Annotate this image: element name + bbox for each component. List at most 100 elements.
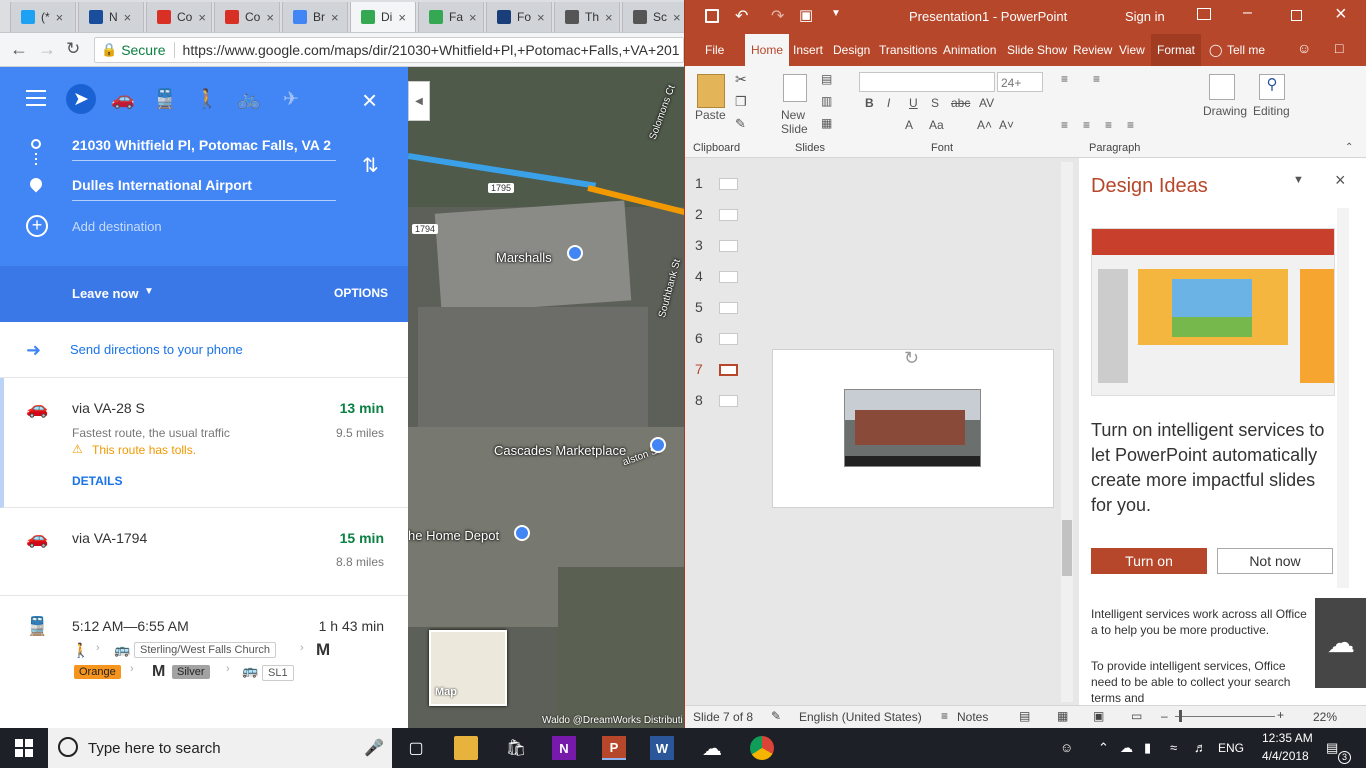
tab-animation[interactable]: Animation [943, 43, 996, 57]
tab-close-icon[interactable]: × [469, 10, 477, 25]
increase-font-icon[interactable]: A˄ [977, 118, 992, 132]
justify-icon[interactable]: ≡ [1127, 118, 1134, 132]
font-size-select[interactable]: 24+ [997, 72, 1043, 92]
people-icon[interactable]: ☺ [1060, 740, 1073, 755]
browser-tab[interactable]: Co × [214, 2, 280, 32]
tray-expand-icon[interactable]: ⌃ [1098, 740, 1109, 756]
browser-tab[interactable]: Co × [146, 2, 212, 32]
pane-scrollbar[interactable] [1337, 208, 1349, 588]
leave-now-dropdown[interactable]: Leave now [72, 286, 138, 301]
slide-thumbnail-1[interactable] [719, 178, 738, 190]
italic-icon[interactable]: I [887, 96, 890, 110]
tab-slide-show[interactable]: Slide Show [1007, 43, 1067, 57]
shopping-pin-icon[interactable] [514, 525, 530, 541]
drawing-button[interactable]: Drawing [1203, 104, 1247, 118]
decrease-font-icon[interactable]: A˅ [999, 118, 1014, 132]
tray-onedrive-icon[interactable]: ☁ [1120, 740, 1133, 756]
notes-button[interactable]: Notes [957, 710, 988, 724]
numbering-icon[interactable]: ≡ [1093, 72, 1100, 86]
route-option-2[interactable]: 🚗 via VA-1794 15 min 8.8 miles [0, 508, 408, 596]
turn-on-button[interactable]: Turn on [1091, 548, 1207, 574]
underline-icon[interactable]: U [909, 96, 918, 110]
input-language[interactable]: ENG [1218, 741, 1244, 755]
maximize-icon[interactable] [1291, 10, 1302, 21]
customize-qat-icon[interactable]: ▼ [831, 8, 841, 19]
travel-mode-transit-icon[interactable]: 🚆 [150, 84, 180, 114]
satellite-map[interactable]: ◀ Marshalls Cascades Marketplace he Home… [408, 67, 684, 728]
store-icon[interactable]: 🛍 [504, 736, 528, 760]
char-spacing-icon[interactable]: AV [979, 96, 994, 110]
tab-file[interactable]: File [705, 43, 724, 57]
slide-thumbnail-6[interactable] [719, 333, 738, 345]
new-slide-icon[interactable] [783, 74, 807, 102]
language-status[interactable]: English (United States) [799, 710, 922, 724]
zoom-out-icon[interactable]: – [1161, 709, 1168, 723]
task-view-icon[interactable]: ▢ [404, 736, 428, 760]
window-close-icon[interactable]: × [1335, 3, 1347, 26]
present-icon[interactable]: ▣ [799, 6, 813, 24]
format-painter-icon[interactable]: ✎ [735, 116, 746, 132]
minimize-icon[interactable]: – [1243, 4, 1252, 22]
not-now-button[interactable]: Not now [1217, 548, 1333, 574]
swap-icon[interactable]: ⇅ [362, 153, 379, 178]
chrome-icon[interactable] [750, 736, 774, 760]
send-directions-link[interactable]: Send directions to your phone [70, 342, 243, 357]
slide-image[interactable] [844, 389, 981, 467]
options-button[interactable]: OPTIONS [334, 286, 388, 300]
tab-view[interactable]: View [1119, 43, 1145, 57]
share-icon[interactable]: ☺ [1297, 40, 1311, 56]
address-bar[interactable]: 🔒 Secure https://www.google.com/maps/dir… [94, 37, 684, 63]
start-button[interactable] [12, 736, 36, 760]
undo-icon[interactable]: ↶ [735, 6, 748, 26]
browser-tab[interactable]: (* × [10, 2, 76, 32]
tab-format[interactable]: Format [1151, 34, 1202, 66]
tab-review[interactable]: Review [1073, 43, 1112, 57]
taskbar-search-input[interactable]: Type here to search 🎤 [48, 728, 392, 768]
map-view-toggle[interactable]: Map [429, 630, 507, 706]
slideshow-view-icon[interactable]: ▭ [1131, 709, 1142, 723]
travel-mode-bike-icon[interactable]: 🚲 [234, 84, 264, 114]
shopping-pin-icon[interactable] [567, 245, 583, 261]
editing-button[interactable]: Editing [1253, 104, 1290, 118]
align-center-icon[interactable]: ≡ [1083, 118, 1090, 132]
url-text[interactable]: https://www.google.com/maps/dir/21030+Wh… [183, 42, 680, 58]
back-icon[interactable]: ← [10, 39, 28, 60]
redo-icon[interactable]: ↷ [771, 6, 784, 26]
onedrive-cloud-icon[interactable]: ☁ [1315, 598, 1366, 688]
new-slide-button[interactable]: New Slide [781, 108, 821, 136]
tab-home[interactable]: Home [745, 34, 790, 66]
tab-insert[interactable]: Insert [793, 43, 823, 57]
route-option-1[interactable]: 🚗 via VA-28 S 13 min Fastest route, the … [0, 378, 408, 508]
collapse-panel-button[interactable]: ◀ [408, 81, 430, 121]
close-icon[interactable]: × [362, 85, 377, 116]
tab-close-icon[interactable]: × [266, 10, 274, 25]
chevron-down-icon[interactable]: ▼ [144, 286, 154, 297]
paste-button[interactable]: Paste [695, 108, 726, 122]
menu-icon[interactable] [26, 90, 46, 106]
slide-thumbnail-4[interactable] [719, 271, 738, 283]
slide-thumbnail-8[interactable] [719, 395, 738, 407]
ribbon-display-icon[interactable] [1197, 8, 1211, 20]
comments-icon[interactable]: □ [1335, 40, 1343, 56]
reload-icon[interactable]: ↻ [66, 39, 80, 59]
sorter-view-icon[interactable]: ▦ [1057, 709, 1068, 723]
font-family-select[interactable] [859, 72, 995, 92]
tab-close-icon[interactable]: × [398, 10, 406, 25]
editor-scrollbar[interactable] [1061, 162, 1073, 702]
cut-icon[interactable]: ✂ [735, 71, 747, 88]
pane-options-icon[interactable]: ▼ [1293, 174, 1304, 186]
slide-thumbnail-2[interactable] [719, 209, 738, 221]
forward-icon[interactable]: → [38, 39, 56, 60]
align-left-icon[interactable]: ≡ [1061, 118, 1068, 132]
shadow-icon[interactable]: S [931, 96, 939, 110]
tab-close-icon[interactable]: × [56, 10, 64, 25]
strikethrough-icon[interactable]: abc [951, 96, 970, 110]
details-link[interactable]: DETAILS [72, 474, 122, 488]
tab-design[interactable]: Design [833, 43, 870, 57]
browser-tab[interactable]: Sc × [622, 2, 688, 32]
section-icon[interactable]: ▦ [821, 116, 832, 130]
zoom-slider[interactable] [1175, 716, 1275, 717]
sign-in-link[interactable]: Sign in [1125, 9, 1165, 24]
action-center-icon[interactable]: ▤ [1326, 740, 1338, 756]
search-icon[interactable]: ⚲ [1259, 74, 1285, 100]
